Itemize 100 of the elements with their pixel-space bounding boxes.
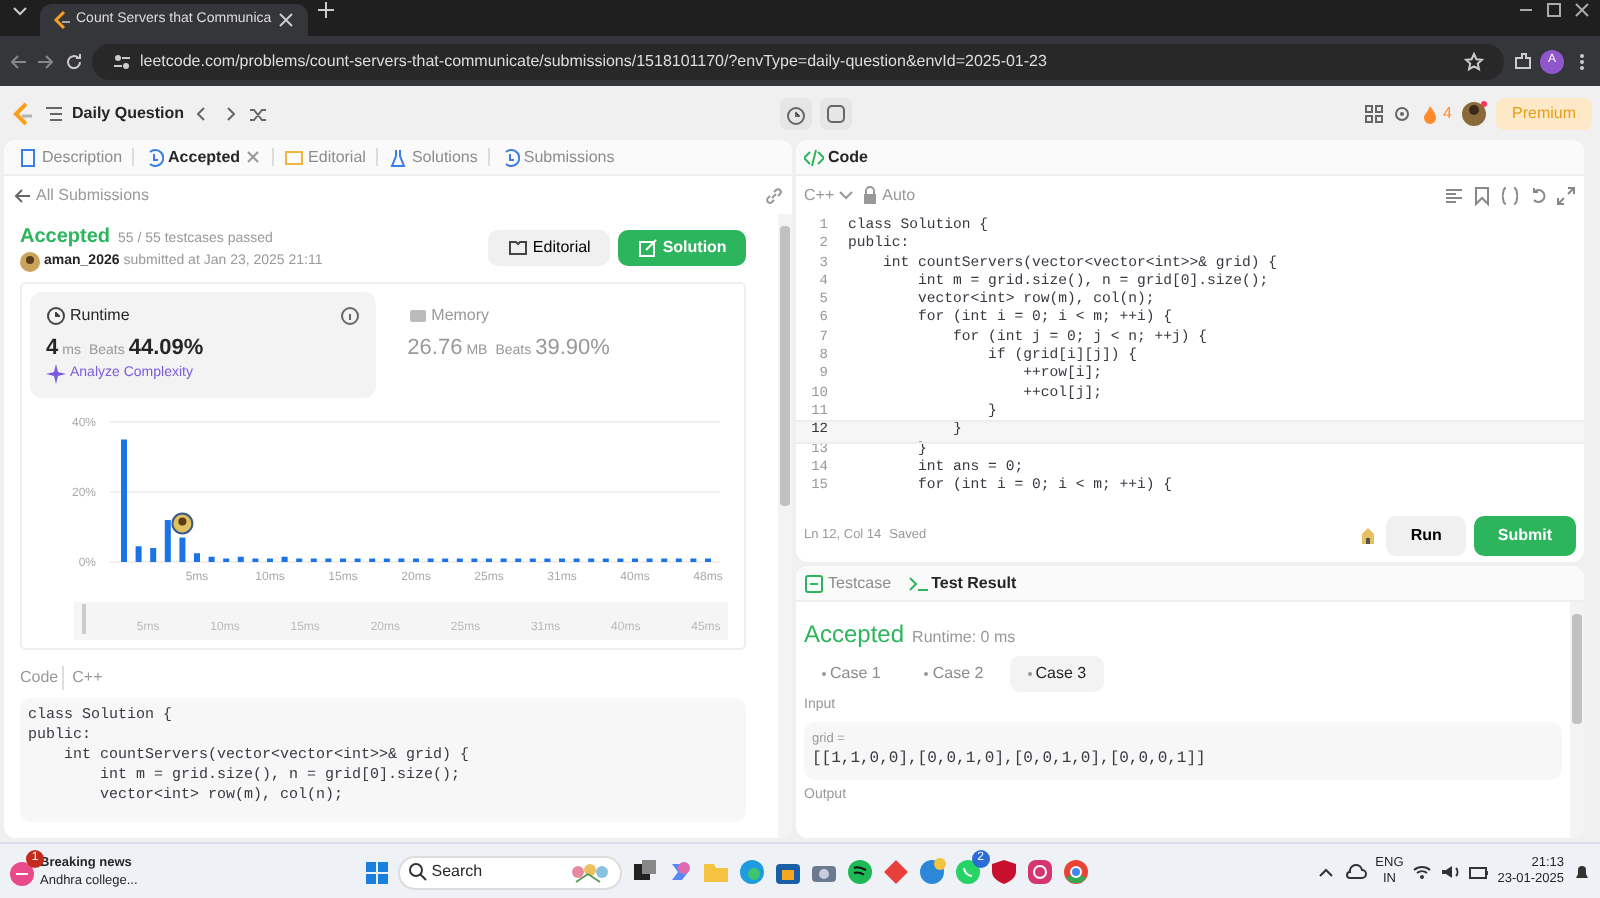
histogram-bar[interactable] [179, 536, 186, 561]
wifi-icon[interactable] [1411, 862, 1432, 882]
avatar-icon [20, 252, 40, 273]
expand-icon[interactable] [1556, 185, 1576, 205]
panel-tab[interactable]: Accepted [134, 145, 273, 169]
forward-icon[interactable] [36, 51, 56, 71]
search-icon [407, 862, 428, 882]
layout-icon[interactable] [1363, 103, 1384, 123]
close-icon[interactable] [1572, 0, 1592, 20]
histogram-bar[interactable] [164, 519, 171, 561]
range-handle[interactable] [82, 604, 86, 634]
stat-label: Memory [431, 303, 490, 327]
reload-icon[interactable] [64, 51, 84, 71]
diamond-icon[interactable] [881, 858, 910, 886]
house-icon[interactable] [1358, 526, 1379, 546]
chat-icon[interactable] [953, 858, 982, 886]
battery-icon[interactable] [1467, 862, 1490, 882]
link-icon[interactable] [764, 185, 784, 205]
shield-icon[interactable] [989, 858, 1018, 886]
braces-icon[interactable] [1500, 185, 1520, 205]
document-icon [18, 147, 38, 167]
flame-icon [1419, 103, 1440, 123]
status-text: Accepted [20, 224, 111, 252]
bookmark-star-icon[interactable] [1464, 51, 1484, 71]
panel-tab[interactable]: Test Result [907, 571, 1017, 595]
histogram-bar[interactable] [237, 555, 244, 561]
panel-tab[interactable]: Solutions [377, 145, 488, 169]
chrome-icon[interactable] [1061, 858, 1090, 886]
back-arrow-icon[interactable] [12, 185, 32, 205]
history-icon [144, 147, 165, 167]
scrollbar[interactable] [1570, 602, 1584, 838]
language-select[interactable]: C++ [804, 183, 855, 207]
stat-value: 26.76 [407, 333, 463, 363]
settings-icon[interactable] [1391, 103, 1412, 123]
code-label: Code [20, 665, 59, 689]
shuffle-icon[interactable] [248, 103, 269, 123]
submit-button[interactable]: Submit [1473, 516, 1576, 556]
solution-button[interactable]: Solution [618, 229, 747, 266]
bell-icon[interactable] [1572, 862, 1593, 882]
info-icon[interactable] [339, 305, 360, 325]
terminal-icon [907, 573, 928, 593]
beats-value: 44.09% [128, 333, 204, 363]
site-settings-icon[interactable] [112, 51, 132, 71]
page-title[interactable]: Daily Question [72, 101, 185, 125]
flowers-icon [567, 860, 612, 884]
panel-tab[interactable]: Editorial [274, 145, 376, 169]
panel-tab[interactable]: Testcase [804, 571, 892, 595]
histogram-bar[interactable] [281, 555, 288, 561]
case-tab[interactable]: Case 1 [804, 656, 899, 692]
avatar-marker [171, 511, 194, 534]
book-icon [284, 147, 305, 167]
lock-icon [862, 185, 879, 205]
input-value: [[1,1,0,0],[0,0,1,0],[0,0,1,0],[0,0,0,1]] [812, 748, 1208, 773]
panel-tab[interactable]: Description [8, 145, 133, 169]
new-tab-icon[interactable] [315, 0, 336, 20]
edit-icon [638, 237, 659, 258]
close-icon[interactable] [275, 10, 296, 30]
search-field[interactable]: Search [397, 855, 622, 889]
back-icon[interactable] [8, 51, 28, 71]
histogram-bar[interactable] [150, 547, 157, 561]
stat-value: 4 [46, 333, 59, 363]
cloud-icon[interactable] [1343, 862, 1368, 882]
panel-tab[interactable]: Submissions [489, 145, 625, 169]
status-text: Accepted [804, 618, 905, 652]
panel-title: Code [828, 145, 868, 169]
music-icon[interactable] [845, 858, 874, 886]
bookmark-icon[interactable] [1472, 185, 1492, 205]
list-icon[interactable] [44, 103, 64, 123]
run-button[interactable]: Run [1386, 516, 1466, 556]
chevron-down-icon [838, 187, 855, 203]
book-icon [508, 237, 529, 258]
site-icon [52, 10, 72, 30]
alarm-icon[interactable] [779, 97, 812, 129]
sparkle-icon [46, 364, 66, 385]
task-view-icon[interactable] [629, 858, 658, 886]
photo-app-icon[interactable] [1025, 858, 1054, 886]
format-icon[interactable] [1444, 185, 1464, 205]
news-icon[interactable] [8, 858, 36, 886]
runtime-text: Runtime: 0 ms [912, 626, 1016, 650]
language-label: C++ [62, 665, 103, 689]
avatar-icon[interactable] [1460, 99, 1488, 127]
beats-value: 39.90% [535, 333, 610, 363]
all-submissions-link[interactable]: All Submissions [36, 183, 149, 207]
code-icon [804, 147, 824, 167]
start-icon[interactable] [363, 859, 390, 885]
extensions-icon[interactable] [1512, 51, 1532, 71]
histogram-bar[interactable] [135, 545, 142, 561]
editorial-button[interactable]: Editorial [488, 229, 611, 266]
reset-icon[interactable] [1528, 185, 1548, 205]
histogram-bar[interactable] [208, 555, 215, 561]
edge-icon[interactable] [737, 858, 766, 886]
case-tab[interactable]: Case 3 [1009, 656, 1105, 692]
store-icon[interactable] [773, 858, 802, 886]
speaker-icon[interactable] [1439, 862, 1460, 882]
histogram-bar[interactable] [194, 552, 200, 561]
scrollbar[interactable] [778, 214, 792, 838]
checkbox-icon [804, 573, 824, 593]
note-icon[interactable] [819, 97, 852, 129]
maximize-icon[interactable] [1544, 0, 1564, 20]
case-tab[interactable]: Case 2 [906, 656, 1002, 692]
